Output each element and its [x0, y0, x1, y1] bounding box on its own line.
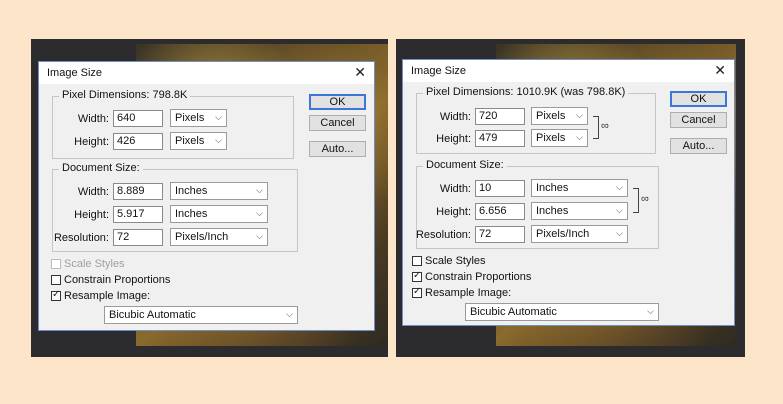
resolution-unit-select[interactable]: Pixels/Inch ⌵	[531, 225, 628, 243]
check-icon: ✓	[52, 289, 61, 300]
close-icon[interactable]: ✕	[714, 62, 726, 79]
cancel-button[interactable]: Cancel	[309, 115, 366, 131]
constrain-proportions-label: Constrain Proportions	[425, 271, 532, 283]
chevron-down-icon: ⌵	[616, 205, 623, 215]
title-bar: Image Size ✕	[403, 60, 734, 82]
constrain-proportions-checkbox[interactable]	[51, 275, 61, 285]
resolution-input[interactable]: 72	[113, 229, 163, 246]
scale-styles-checkbox[interactable]	[51, 259, 61, 269]
chevron-down-icon: ⌵	[286, 309, 293, 319]
resolution-input[interactable]: 72	[475, 226, 525, 243]
doc-height-label: Height:	[74, 209, 109, 221]
pixel-dimensions-size: 1010.9K (was 798.8K)	[516, 86, 626, 98]
dialog-title: Image Size	[411, 65, 467, 77]
pixel-height-unit-select[interactable]: Pixels ⌵	[170, 132, 227, 150]
pixel-height-input[interactable]: 426	[113, 133, 163, 150]
pixel-height-label: Height:	[74, 136, 109, 148]
constrain-bracket	[633, 188, 639, 213]
chevron-down-icon: ⌵	[256, 208, 263, 218]
pixel-width-label: Width:	[439, 111, 471, 123]
resample-image-label: Resample Image:	[64, 290, 151, 302]
resample-image-label: Resample Image:	[425, 287, 512, 299]
chevron-down-icon: ⌵	[576, 110, 583, 120]
constrain-proportions-label: Constrain Proportions	[64, 274, 171, 286]
resample-method-select[interactable]: Bicubic Automatic ⌵	[104, 306, 298, 324]
doc-height-input[interactable]: 6.656	[475, 203, 525, 220]
pixel-height-label: Height:	[436, 133, 471, 145]
doc-width-label: Width:	[439, 183, 471, 195]
chevron-down-icon: ⌵	[647, 306, 654, 316]
image-size-dialog-left: Image Size ✕ Pixel Dimensions: 798.8K Wi…	[38, 61, 375, 331]
link-icon: ∞	[641, 193, 649, 205]
chevron-down-icon: ⌵	[215, 135, 222, 145]
chevron-down-icon: ⌵	[215, 112, 222, 122]
ok-button[interactable]: OK	[670, 91, 727, 107]
title-bar: Image Size ✕	[39, 62, 374, 84]
constrain-bracket	[593, 116, 599, 139]
document-size-legend: Document Size:	[59, 162, 143, 174]
doc-width-input[interactable]: 10	[475, 180, 525, 197]
image-size-dialog-right: Image Size ✕ Pixel Dimensions: 1010.9K (…	[402, 59, 735, 326]
pixel-width-unit-select[interactable]: Pixels ⌵	[531, 107, 588, 125]
doc-width-unit-select[interactable]: Inches ⌵	[531, 179, 628, 197]
doc-width-input[interactable]: 8.889	[113, 183, 163, 200]
resample-image-checkbox[interactable]: ✓	[51, 289, 61, 301]
doc-height-unit-select[interactable]: Inches ⌵	[170, 205, 268, 223]
chevron-down-icon: ⌵	[616, 228, 623, 238]
auto-button[interactable]: Auto...	[309, 141, 366, 157]
chevron-down-icon: ⌵	[256, 185, 263, 195]
pixel-height-unit-select[interactable]: Pixels ⌵	[531, 129, 588, 147]
document-size-legend: Document Size:	[423, 159, 507, 171]
doc-width-unit-select[interactable]: Inches ⌵	[170, 182, 268, 200]
scale-styles-label: Scale Styles	[64, 258, 125, 270]
chevron-down-icon: ⌵	[256, 231, 263, 241]
dialog-title: Image Size	[47, 67, 103, 79]
pixel-width-input[interactable]: 640	[113, 110, 163, 127]
ok-button[interactable]: OK	[309, 94, 366, 110]
constrain-proportions-checkbox[interactable]: ✓	[412, 270, 422, 282]
pixel-width-input[interactable]: 720	[475, 108, 525, 125]
doc-height-input[interactable]: 5.917	[113, 206, 163, 223]
check-icon: ✓	[413, 270, 422, 281]
resolution-label: Resolution:	[415, 229, 471, 241]
auto-button[interactable]: Auto...	[670, 138, 727, 154]
scale-styles-label: Scale Styles	[425, 255, 486, 267]
pixel-width-unit-select[interactable]: Pixels ⌵	[170, 109, 227, 127]
check-icon: ✓	[413, 286, 422, 297]
pixel-height-input[interactable]: 479	[475, 130, 525, 147]
scale-styles-checkbox[interactable]	[412, 256, 422, 266]
pixel-dimensions-legend: Pixel Dimensions: 798.8K	[59, 89, 191, 101]
resample-image-checkbox[interactable]: ✓	[412, 286, 422, 298]
pixel-dimensions-legend: Pixel Dimensions: 1010.9K (was 798.8K)	[423, 86, 629, 98]
doc-width-label: Width:	[77, 186, 109, 198]
chevron-down-icon: ⌵	[616, 182, 623, 192]
pixel-dimensions-size: 798.8K	[152, 89, 188, 101]
pixel-width-label: Width:	[77, 113, 109, 125]
doc-height-unit-select[interactable]: Inches ⌵	[531, 202, 628, 220]
cancel-button[interactable]: Cancel	[670, 112, 727, 128]
doc-height-label: Height:	[436, 206, 471, 218]
resolution-unit-select[interactable]: Pixels/Inch ⌵	[170, 228, 268, 246]
chevron-down-icon: ⌵	[576, 132, 583, 142]
link-icon: ∞	[601, 120, 609, 132]
resample-method-select[interactable]: Bicubic Automatic ⌵	[465, 303, 659, 321]
close-icon[interactable]: ✕	[354, 64, 366, 81]
resolution-label: Resolution:	[53, 232, 109, 244]
